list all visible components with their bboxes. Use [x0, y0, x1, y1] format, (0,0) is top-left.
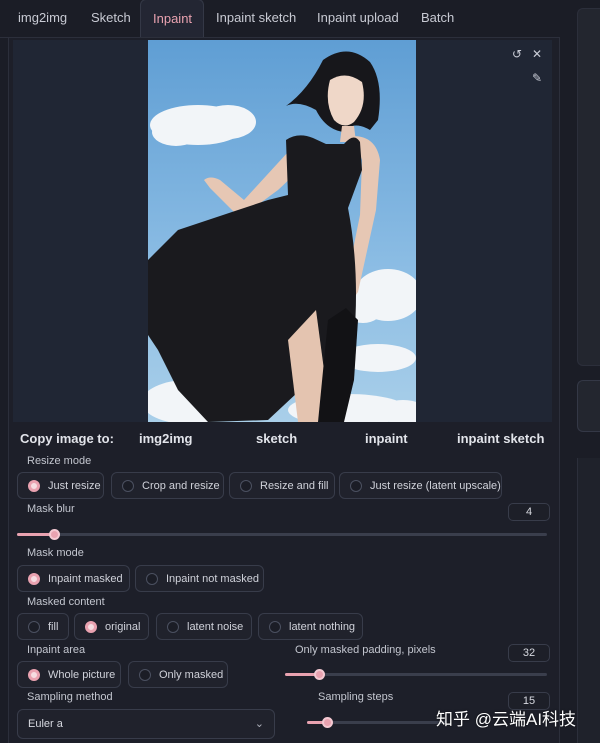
- img2img-tab-bar: img2img Sketch Inpaint Inpaint sketch In…: [0, 0, 560, 38]
- radio-dot: [269, 620, 281, 633]
- mask-mode-not-masked-radio[interactable]: Inpaint not masked: [135, 565, 264, 592]
- mask-blur-value[interactable]: 4: [508, 503, 550, 521]
- resize-crop-radio[interactable]: Crop and resize: [111, 472, 224, 499]
- sampling-method-label: Sampling method: [27, 691, 113, 703]
- inpaint-area-whole-picture-radio[interactable]: Whole picture: [17, 661, 121, 688]
- woman-in-black-dress-photo: [148, 40, 416, 422]
- mask-blur-slider[interactable]: [17, 529, 547, 540]
- masked-content-fill-radio[interactable]: fill: [17, 613, 69, 640]
- undo-icon[interactable]: ↺: [509, 46, 525, 62]
- padding-slider[interactable]: [285, 669, 547, 680]
- masked-content-label: Masked content: [27, 596, 105, 608]
- mask-mode-label: Mask mode: [27, 547, 84, 559]
- radio-label: Whole picture: [48, 668, 116, 681]
- tab-inpaint-upload[interactable]: Inpaint upload: [317, 0, 399, 37]
- resize-just-resize-radio[interactable]: Just resize: [17, 472, 104, 499]
- slider-thumb[interactable]: [321, 717, 333, 728]
- tab-sketch[interactable]: Sketch: [91, 0, 131, 37]
- copy-to-sketch-button[interactable]: sketch: [256, 431, 297, 446]
- inpaint-image[interactable]: [148, 40, 416, 422]
- masked-content-original-radio[interactable]: original: [74, 613, 149, 640]
- resize-fill-radio[interactable]: Resize and fill: [229, 472, 335, 499]
- radio-dot-selected: [28, 479, 40, 492]
- radio-label: fill: [48, 620, 59, 633]
- copy-to-img2img-button[interactable]: img2img: [139, 431, 192, 446]
- resize-mode-label: Resize mode: [27, 455, 92, 467]
- sampling-steps-slider[interactable]: [307, 717, 447, 728]
- mask-mode-inpaint-masked-radio[interactable]: Inpaint masked: [17, 565, 130, 592]
- side-panel-lower: [577, 458, 600, 743]
- side-panel-button[interactable]: [577, 380, 600, 432]
- radio-label: Inpaint not masked: [166, 572, 259, 585]
- radio-dot-selected: [85, 620, 97, 633]
- masked-content-latent-noise-radio[interactable]: latent noise: [156, 613, 252, 640]
- radio-dot: [122, 479, 134, 492]
- slider-thumb[interactable]: [314, 669, 326, 680]
- radio-dot: [139, 668, 151, 681]
- radio-label: latent nothing: [289, 620, 356, 633]
- radio-label: latent noise: [187, 620, 244, 633]
- tab-inpaint[interactable]: Inpaint: [140, 0, 204, 37]
- radio-label: Resize and fill: [260, 479, 329, 492]
- copy-to-inpaint-button[interactable]: inpaint: [365, 431, 408, 446]
- radio-label: Just resize: [48, 479, 101, 492]
- radio-label: Crop and resize: [142, 479, 220, 492]
- padding-label: Only masked padding, pixels: [295, 644, 436, 656]
- close-icon[interactable]: ✕: [529, 46, 545, 62]
- copy-image-label: Copy image to:: [20, 431, 114, 446]
- inpaint-area-only-masked-radio[interactable]: Only masked: [128, 661, 228, 688]
- radio-dot: [146, 572, 158, 585]
- radio-dot: [350, 479, 362, 492]
- radio-label: original: [105, 620, 141, 633]
- radio-label: Only masked: [159, 668, 224, 681]
- tab-batch[interactable]: Batch: [421, 0, 454, 37]
- sampling-steps-label: Sampling steps: [318, 691, 394, 703]
- radio-dot: [28, 620, 40, 633]
- mask-blur-label: Mask blur: [27, 503, 75, 515]
- inpaint-area-label: Inpaint area: [27, 644, 86, 656]
- radio-dot-selected: [28, 668, 40, 681]
- tab-img2img[interactable]: img2img: [18, 0, 67, 37]
- radio-dot: [240, 479, 252, 492]
- brush-icon[interactable]: ✎: [529, 70, 545, 86]
- sampling-method-value: Euler a: [28, 718, 63, 730]
- side-panel: [577, 8, 600, 366]
- radio-label: Inpaint masked: [48, 572, 123, 585]
- resize-latent-upscale-radio[interactable]: Just resize (latent upscale): [339, 472, 502, 499]
- radio-label: Just resize (latent upscale): [370, 479, 501, 492]
- chevron-down-icon: ⌄: [254, 718, 264, 730]
- copy-to-inpaint-sketch-button[interactable]: inpaint sketch: [457, 431, 544, 446]
- sampling-method-select[interactable]: Euler a ⌄: [17, 709, 275, 739]
- radio-dot: [167, 620, 179, 633]
- radio-dot-selected: [28, 572, 40, 585]
- masked-content-latent-nothing-radio[interactable]: latent nothing: [258, 613, 363, 640]
- padding-value[interactable]: 32: [508, 644, 550, 662]
- tab-inpaint-sketch[interactable]: Inpaint sketch: [216, 0, 296, 37]
- watermark-text: 知乎 @云端AI科技: [436, 710, 577, 729]
